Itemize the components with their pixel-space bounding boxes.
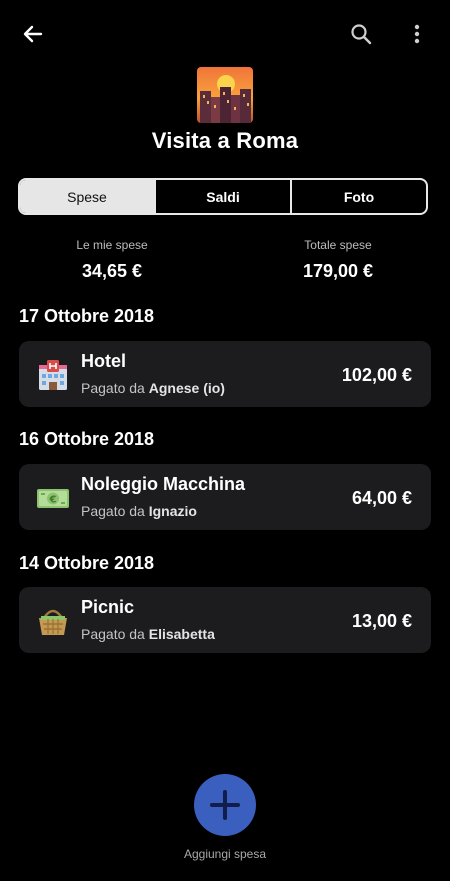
expense-card-hotel[interactable]: Hotel Pagato da Agnese (io) 102,00 € bbox=[19, 341, 431, 407]
payer-name: Elisabetta bbox=[148, 626, 215, 642]
city-sunset-icon bbox=[197, 67, 253, 123]
expense-amount: 64,00 € bbox=[351, 488, 412, 508]
back-button[interactable] bbox=[13, 14, 53, 54]
back-arrow-icon bbox=[23, 25, 43, 43]
expense-title: Hotel bbox=[81, 351, 126, 371]
trip-title: Visita a Roma bbox=[151, 128, 299, 153]
my-expenses-value: 34,65 € bbox=[81, 261, 143, 281]
paid-by-prefix: Pagato da bbox=[81, 503, 145, 519]
expense-card-picnic[interactable]: Picnic Pagato da Elisabetta 13,00 € bbox=[19, 587, 431, 653]
payer-name: Agnese (io) bbox=[148, 380, 225, 396]
expense-title: Picnic bbox=[81, 597, 135, 617]
total-expenses-summary: Totale spese 179,00 € bbox=[238, 238, 438, 282]
top-app-bar bbox=[0, 0, 450, 68]
more-options-button[interactable] bbox=[397, 14, 437, 54]
expense-payer-line: Pagato da Ignazio bbox=[81, 503, 197, 519]
tab-foto[interactable]: Foto bbox=[290, 180, 426, 213]
expense-amount: 13,00 € bbox=[351, 611, 412, 631]
total-expenses-value: 179,00 € bbox=[302, 261, 374, 281]
expense-title: Noleggio Macchina bbox=[81, 474, 246, 494]
expense-payer-line: Pagato da Elisabetta bbox=[81, 626, 215, 642]
euro-banknote-icon: € bbox=[37, 489, 69, 508]
paid-by-prefix: Pagato da bbox=[81, 626, 145, 642]
trip-image[interactable] bbox=[197, 67, 253, 123]
add-expense-button[interactable] bbox=[194, 774, 256, 836]
expense-payer-line: Pagato da Agnese (io) bbox=[81, 380, 225, 396]
svg-text:€: € bbox=[49, 495, 57, 506]
expense-card-noleggio-macchina[interactable]: € Noleggio Macchina Pagato da Ignazio 64… bbox=[19, 464, 431, 530]
date-header: 16 Ottobre 2018 bbox=[19, 429, 155, 449]
search-button[interactable] bbox=[341, 14, 381, 54]
payer-name: Ignazio bbox=[148, 503, 197, 519]
total-expenses-label: Totale spese bbox=[304, 238, 372, 252]
my-expenses-label: Le mie spese bbox=[76, 238, 148, 252]
date-header: 17 Ottobre 2018 bbox=[19, 306, 155, 326]
my-expenses-summary: Le mie spese 34,65 € bbox=[12, 238, 212, 282]
picnic-basket-icon bbox=[39, 609, 67, 635]
add-expense-label: Aggiungi spesa bbox=[183, 847, 267, 861]
date-header: 14 Ottobre 2018 bbox=[19, 553, 155, 573]
tab-spese[interactable]: Spese bbox=[20, 180, 154, 213]
search-icon bbox=[351, 24, 372, 45]
tab-saldi[interactable]: Saldi bbox=[154, 180, 290, 213]
hotel-icon bbox=[39, 360, 67, 390]
view-tabs: Spese Saldi Foto bbox=[18, 178, 428, 215]
more-vertical-icon bbox=[414, 24, 420, 44]
paid-by-prefix: Pagato da bbox=[81, 380, 145, 396]
plus-icon bbox=[210, 790, 240, 820]
expense-amount: 102,00 € bbox=[341, 365, 412, 385]
